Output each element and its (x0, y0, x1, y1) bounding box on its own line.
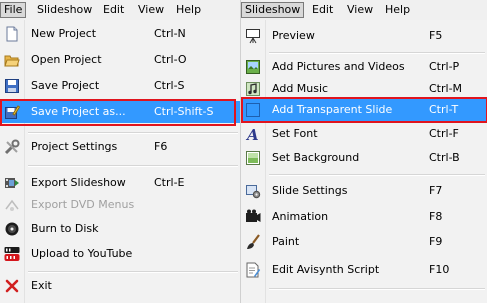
font-icon: A (245, 126, 261, 142)
menu-item-shortcut: Ctrl-T (429, 103, 459, 116)
menu-help[interactable]: Help (173, 2, 204, 18)
menu-item-label: Save Project (31, 79, 100, 92)
menu-item-label: Preview (272, 29, 315, 42)
menu-item-add-music[interactable]: Add Music Ctrl-M (241, 78, 487, 100)
film-export-icon (4, 175, 20, 191)
menu-item-label: Add Transparent Slide (272, 103, 393, 116)
menu-item-paint[interactable]: Paint F9 (241, 231, 487, 253)
disc-icon (4, 221, 20, 237)
menu-item-label: New Project (31, 27, 97, 40)
menu-bar: Slideshow Edit View Help (241, 0, 487, 20)
menu-separator (28, 271, 238, 273)
menu-item-label: Paint (272, 235, 300, 248)
tools-icon (4, 139, 20, 155)
menu-item-shortcut: Ctrl-N (154, 27, 186, 40)
menu-view[interactable]: View (344, 2, 376, 18)
menu-item-burn-to-disk[interactable]: Burn to Disk (0, 218, 240, 240)
menu-item-slide-settings[interactable]: Slide Settings F7 (241, 180, 487, 202)
slideshow-menu-dropdown: Preview F5 Add Pictures and Videos Ctrl-… (241, 20, 487, 303)
menu-item-set-background[interactable]: Set Background Ctrl-B (241, 147, 487, 169)
menu-item-label: Burn to Disk (31, 222, 99, 235)
menu-item-export-dvd-menus: Export DVD Menus (0, 194, 240, 216)
file-menu-dropdown: New Project Ctrl-N Open Project Ctrl-O S… (0, 20, 240, 303)
menu-item-label: Export DVD Menus (31, 198, 135, 211)
menu-item-exit[interactable]: Exit (0, 275, 240, 297)
menu-item-label: Add Music (272, 82, 329, 95)
menu-item-label: Exit (31, 279, 52, 292)
menu-item-label: Open Project (31, 53, 102, 66)
menu-item-shortcut: Ctrl-O (154, 53, 187, 66)
menu-bar: File Slideshow Edit View Help (0, 0, 240, 20)
menu-item-add-transparent-slide[interactable]: Add Transparent Slide Ctrl-T (241, 99, 487, 121)
transparent-slide-icon (245, 102, 261, 118)
menu-item-label: Animation (272, 210, 329, 223)
menu-item-label: Export Slideshow (31, 176, 126, 189)
slide-settings-icon (245, 183, 261, 199)
menu-separator (269, 288, 485, 290)
file-menu-panel: File Slideshow Edit View Help New Projec… (0, 0, 240, 303)
menu-item-label: Project Settings (31, 140, 118, 153)
youtube-icon (4, 246, 20, 262)
menu-item-animation[interactable]: Animation F8 (241, 206, 487, 228)
menu-item-shortcut: Ctrl-M (429, 82, 463, 95)
new-project-icon (4, 26, 20, 42)
menu-item-shortcut: Ctrl-B (429, 151, 460, 164)
menu-item-set-font[interactable]: A Set Font Ctrl-F (241, 123, 487, 145)
menu-help[interactable]: Help (382, 2, 413, 18)
menu-item-label: Edit Avisynth Script (272, 263, 380, 276)
menu-item-shortcut: Ctrl-Shift-S (154, 105, 214, 118)
menu-item-shortcut: Ctrl-S (154, 79, 185, 92)
menu-item-label: Slide Settings (272, 184, 348, 197)
add-pictures-icon (245, 59, 261, 75)
menu-view[interactable]: View (135, 2, 167, 18)
menu-item-new-project[interactable]: New Project Ctrl-N (0, 23, 240, 45)
save-disk-icon (4, 78, 20, 94)
save-as-icon (4, 104, 20, 120)
menu-item-label: Upload to YouTube (31, 247, 133, 260)
dvd-menu-icon (4, 197, 20, 213)
menu-item-export-slideshow[interactable]: Export Slideshow Ctrl-E (0, 172, 240, 194)
animation-icon (245, 209, 261, 225)
preview-screen-icon (245, 28, 261, 44)
menu-edit[interactable]: Edit (100, 2, 127, 18)
menu-item-shortcut: F7 (429, 184, 443, 197)
open-folder-icon (4, 52, 20, 68)
menu-item-shortcut: F6 (154, 140, 168, 153)
menu-item-label: Add Pictures and Videos (272, 60, 405, 73)
menu-item-label: Save Project as... (31, 105, 126, 118)
menu-item-save-project-as[interactable]: Save Project as... Ctrl-Shift-S (0, 101, 240, 123)
menu-item-shortcut: F5 (429, 29, 443, 42)
menu-slideshow[interactable]: Slideshow (241, 2, 305, 18)
script-edit-icon (245, 262, 261, 278)
menu-item-shortcut: Ctrl-P (429, 60, 460, 73)
menu-separator (28, 165, 238, 167)
close-icon (4, 278, 20, 294)
menu-separator (28, 132, 238, 134)
menu-item-label: Set Font (272, 127, 318, 140)
paint-brush-icon (245, 234, 261, 250)
menu-item-shortcut: F9 (429, 235, 443, 248)
menu-item-open-project[interactable]: Open Project Ctrl-O (0, 49, 240, 71)
background-icon (245, 150, 261, 166)
music-icon (245, 81, 261, 97)
menu-slideshow[interactable]: Slideshow (34, 2, 95, 18)
menu-item-shortcut: F10 (429, 263, 450, 276)
menu-item-preview[interactable]: Preview F5 (241, 25, 487, 47)
menu-item-label: Set Background (272, 151, 360, 164)
slideshow-menu-panel: Slideshow Edit View Help Preview F5 Add … (240, 0, 487, 303)
menu-item-shortcut: Ctrl-E (154, 176, 185, 189)
svg-text:A: A (245, 126, 259, 142)
menu-item-save-project[interactable]: Save Project Ctrl-S (0, 75, 240, 97)
menu-item-shortcut: F8 (429, 210, 443, 223)
menu-edit[interactable]: Edit (309, 2, 336, 18)
menu-item-shortcut: Ctrl-F (429, 127, 459, 140)
menu-item-edit-avisynth-script[interactable]: Edit Avisynth Script F10 (241, 259, 487, 281)
menu-separator (269, 174, 485, 176)
menu-item-project-settings[interactable]: Project Settings F6 (0, 136, 240, 158)
menu-item-upload-to-youtube[interactable]: Upload to YouTube (0, 243, 240, 265)
menu-separator (269, 52, 485, 54)
menu-file[interactable]: File (0, 2, 27, 18)
menu-item-add-pictures-and-videos[interactable]: Add Pictures and Videos Ctrl-P (241, 56, 487, 78)
